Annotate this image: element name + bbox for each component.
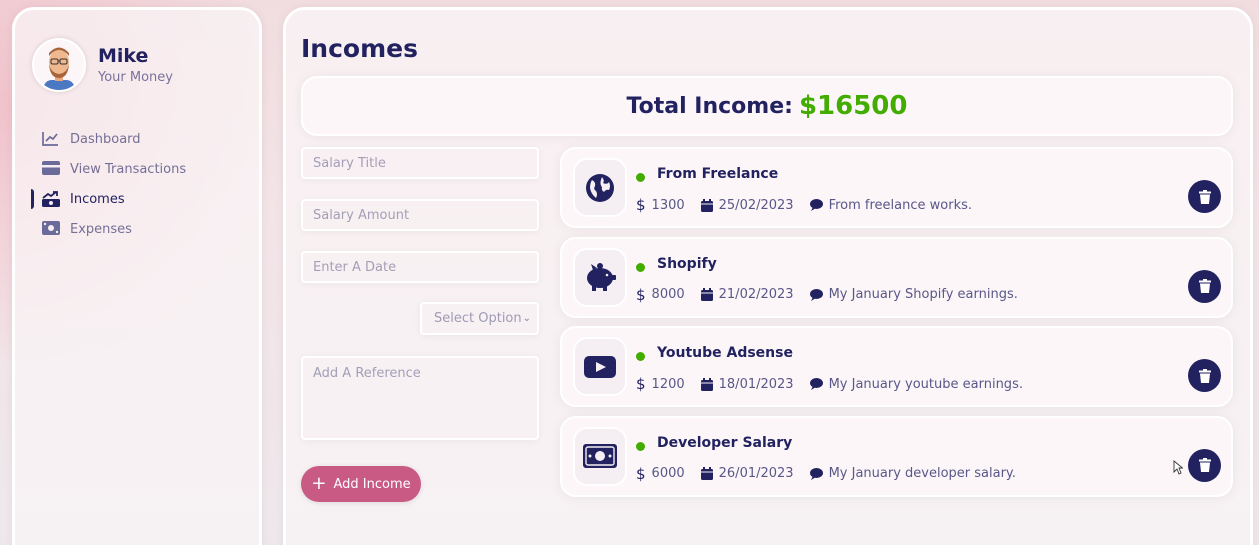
date-input[interactable] (301, 251, 539, 283)
sidebar-item-label: Expenses (70, 221, 132, 237)
income-meta: $1200 18/01/2023 My January youtube earn… (636, 375, 1039, 393)
income-item: Shopify $8000 21/02/2023 My January Shop… (560, 236, 1233, 318)
income-amount: 1200 (651, 376, 685, 392)
income-title: From Freelance (657, 166, 779, 182)
money-bill-icon (573, 426, 627, 486)
category-select[interactable]: Select Option ⌄ (420, 302, 539, 335)
comment-icon (809, 467, 823, 480)
delete-button[interactable] (1188, 448, 1221, 482)
income-date: 18/01/2023 (718, 376, 794, 392)
income-date: 26/01/2023 (718, 466, 794, 481)
comment-icon (809, 378, 823, 390)
calendar-icon (700, 198, 713, 212)
category-select-value: Select Option (434, 311, 522, 326)
income-meta: $6000 26/01/2023 My January developer sa… (636, 465, 1032, 483)
income-list: From Freelance $1300 25/02/2023 From fre… (560, 147, 1233, 505)
mouse-cursor-icon (1173, 460, 1183, 475)
status-dot (636, 262, 645, 272)
trash-icon (1198, 279, 1211, 293)
income-amount: 8000 (651, 287, 685, 302)
money-bill-icon (42, 221, 60, 237)
income-meta: $1300 25/02/2023 From freelance works. (636, 196, 988, 214)
user-subtitle: Your Money (98, 70, 173, 85)
dollar-icon: $ (636, 196, 646, 214)
calendar-icon (700, 288, 713, 301)
sidebar-menu: Dashboard View Transactions Incomes Expe… (31, 124, 250, 244)
comment-icon (809, 288, 823, 301)
status-dot (636, 352, 645, 361)
income-description: My January Shopify earnings. (828, 287, 1018, 302)
delete-button[interactable] (1188, 359, 1221, 392)
globe-icon (573, 158, 627, 217)
chart-line-icon (42, 131, 60, 147)
status-dot (636, 173, 645, 182)
main-panel: Incomes Total Income: $16500 Select Opti… (283, 7, 1253, 545)
total-income-amount: $16500 (798, 91, 908, 121)
comment-icon (809, 199, 823, 211)
reference-textarea[interactable] (301, 356, 539, 440)
money-bill-trend-icon (42, 191, 60, 207)
credit-card-icon (42, 161, 60, 177)
sidebar-item-label: View Transactions (70, 161, 187, 177)
user-name: Mike (98, 45, 149, 67)
sidebar-item-incomes[interactable]: Incomes (31, 184, 250, 214)
plus-icon: + (311, 473, 327, 494)
income-description: From freelance works. (828, 197, 973, 213)
status-dot (636, 441, 645, 451)
sidebar-item-expenses[interactable]: Expenses (40, 214, 250, 244)
salary-amount-input[interactable] (301, 199, 539, 231)
income-title: Developer Salary (657, 434, 793, 451)
income-item: From Freelance $1300 25/02/2023 From fre… (560, 147, 1233, 228)
add-income-button[interactable]: + Add Income (301, 466, 421, 502)
sidebar: Mike Your Money Dashboard View Transacti… (12, 7, 262, 545)
dollar-icon: $ (636, 464, 646, 483)
income-description: My January developer salary. (828, 466, 1016, 481)
dollar-icon: $ (636, 285, 646, 304)
income-amount: 6000 (651, 466, 685, 481)
total-income-box: Total Income: $16500 (301, 76, 1233, 136)
sidebar-item-label: Incomes (70, 191, 125, 207)
avatar (32, 38, 86, 92)
trash-icon (1198, 458, 1211, 472)
sidebar-item-label: Dashboard (70, 131, 141, 147)
dollar-icon: $ (636, 375, 646, 393)
calendar-icon (700, 377, 713, 391)
delete-button[interactable] (1188, 180, 1221, 213)
income-title: Youtube Adsense (657, 345, 793, 361)
sidebar-item-dashboard[interactable]: Dashboard (40, 124, 250, 154)
add-income-label: Add Income (333, 476, 411, 492)
chevron-down-icon: ⌄ (522, 313, 531, 324)
income-amount: 1300 (651, 197, 685, 213)
trash-icon (1198, 189, 1211, 204)
sidebar-item-view-transactions[interactable]: View Transactions (40, 154, 250, 184)
delete-button[interactable] (1188, 269, 1221, 303)
piggy-bank-icon (573, 247, 627, 307)
income-meta: $8000 21/02/2023 My January Shopify earn… (636, 286, 1034, 304)
calendar-icon (700, 467, 713, 480)
income-date: 25/02/2023 (718, 197, 794, 213)
income-title: Shopify (657, 255, 717, 272)
income-date: 21/02/2023 (718, 287, 794, 302)
salary-title-input[interactable] (301, 147, 539, 179)
youtube-icon (573, 337, 627, 396)
income-description: My January youtube earnings. (828, 376, 1023, 392)
page-title: Incomes (301, 34, 418, 63)
income-item: Developer Salary $6000 26/01/2023 My Jan… (560, 415, 1233, 497)
user-profile: Mike Your Money (32, 38, 173, 92)
total-income-label: Total Income: (626, 93, 793, 119)
trash-icon (1198, 368, 1211, 383)
income-item: Youtube Adsense $1200 18/01/2023 My Janu… (560, 326, 1233, 407)
